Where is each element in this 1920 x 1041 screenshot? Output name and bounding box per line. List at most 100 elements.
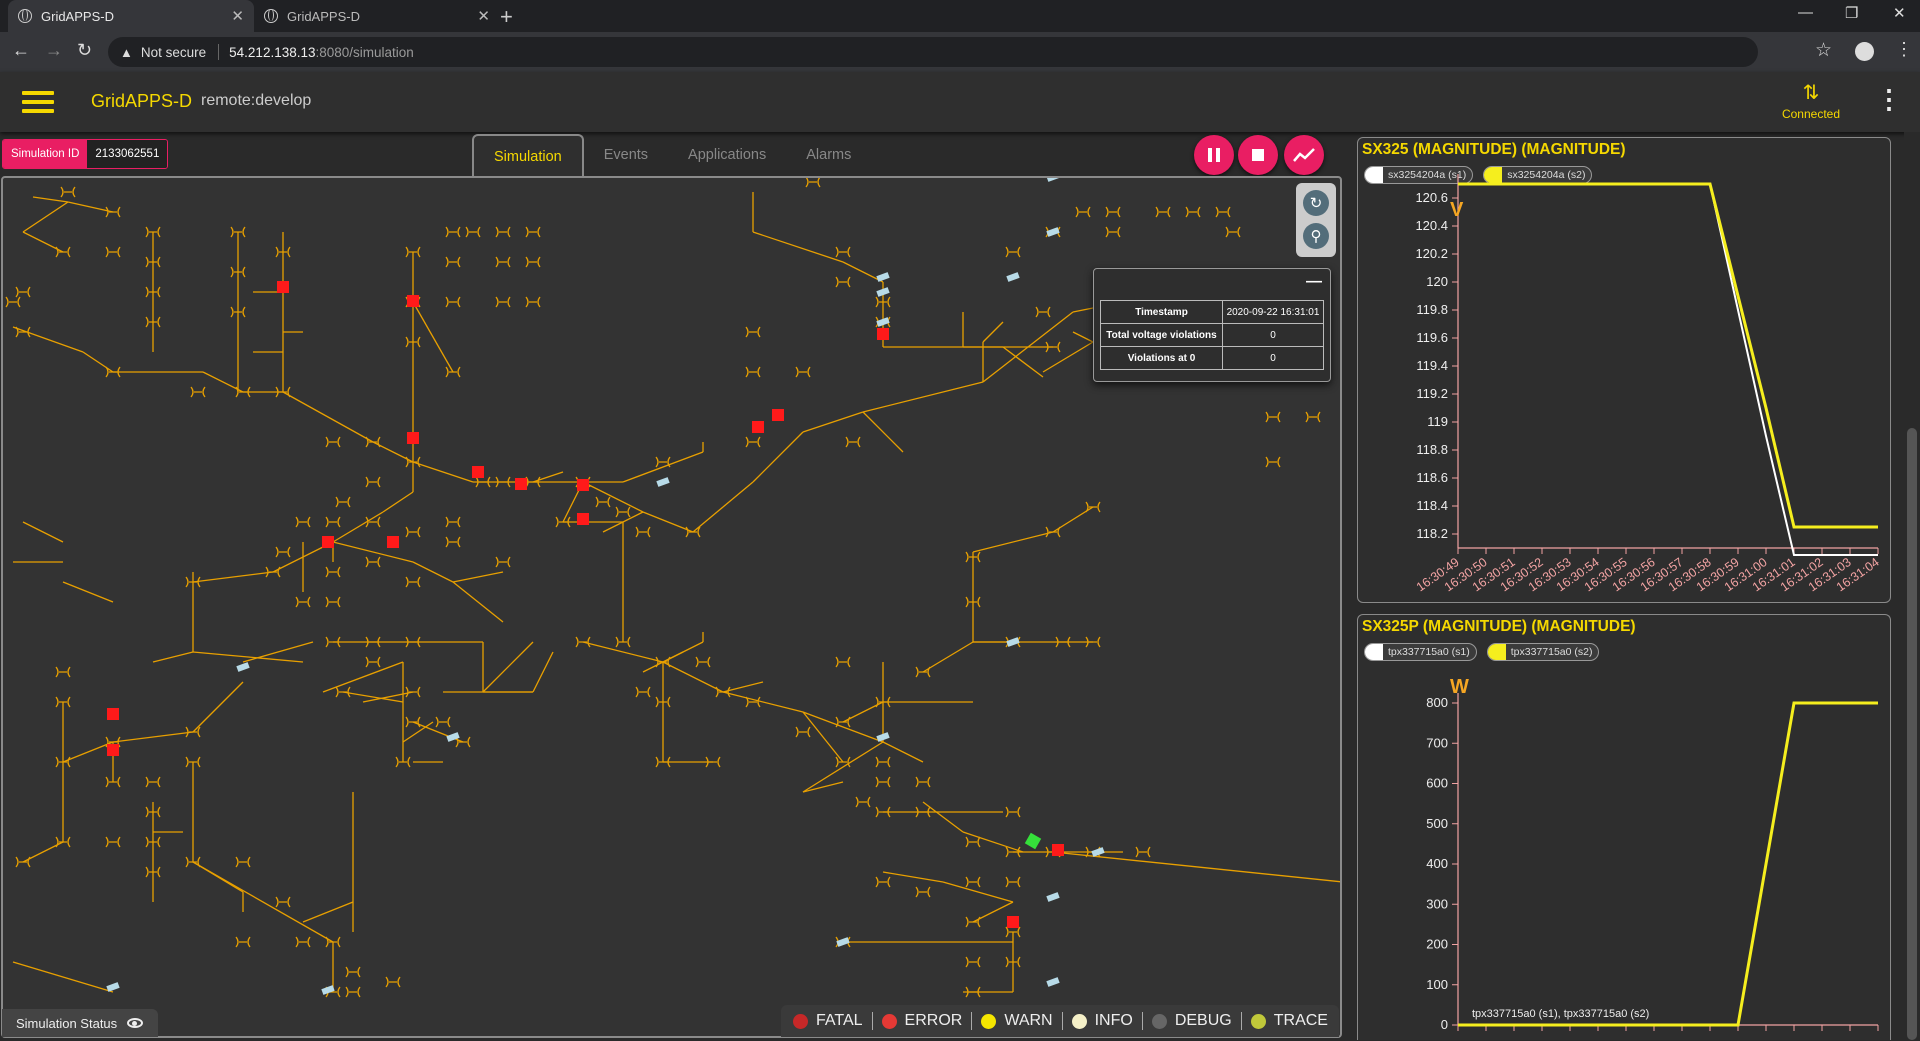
log-level-label: WARN <box>1004 1012 1053 1029</box>
minimize-icon[interactable]: — <box>1798 4 1813 21</box>
node-stroke <box>455 736 471 748</box>
voltage-chart: V 118.2 118.4 118.6 118.8 119 119.2 119.4 119.6 1… <box>1414 174 1882 594</box>
tab-applications[interactable]: Applications <box>668 134 786 176</box>
log-level-warn[interactable]: WARN <box>981 1012 1063 1030</box>
feeder-line-segment <box>112 731 194 743</box>
feeder-line-segment <box>332 511 384 543</box>
log-level-fatal[interactable]: FATAL <box>793 1012 873 1030</box>
simulation-status-toggle[interactable]: Simulation Status <box>2 1009 158 1037</box>
node-symbol <box>965 956 981 968</box>
node-symbol <box>295 596 311 608</box>
capacitor-marker <box>1046 892 1060 902</box>
y-tick-label: 0 <box>1441 1017 1448 1032</box>
node-stroke <box>1005 806 1021 818</box>
node-stroke <box>705 756 721 768</box>
forward-arrow-icon[interactable]: → <box>45 40 63 61</box>
reload-icon[interactable]: ↻ <box>77 40 92 61</box>
node-symbol <box>105 246 121 258</box>
node-symbol <box>145 776 161 788</box>
node-symbol <box>445 226 461 238</box>
address-bar[interactable]: ▲ Not secure 54.212.138.13:8080/simulati… <box>108 37 1758 67</box>
bookmark-star-icon[interactable]: ☆ <box>1815 39 1832 62</box>
warning-icon: ▲ <box>120 44 133 60</box>
tab-simulation[interactable]: Simulation <box>472 134 584 176</box>
feeder-line-segment <box>802 741 884 793</box>
node-symbol <box>365 656 381 668</box>
feeder-line-segment <box>452 571 504 583</box>
node-stroke <box>105 206 121 218</box>
page-scrollbar[interactable] <box>1904 132 1920 1040</box>
restore-icon[interactable]: ❐ <box>1845 4 1858 22</box>
feeder-line-segment <box>582 641 664 663</box>
node-stroke <box>345 966 361 978</box>
pause-button[interactable] <box>1194 135 1234 175</box>
node-stroke <box>1005 246 1021 258</box>
node-stroke <box>265 566 281 578</box>
security-label: Not secure <box>140 44 207 60</box>
connection-status: ⇅ Connected <box>1770 80 1852 121</box>
scrollbar-thumb[interactable] <box>1907 428 1917 1040</box>
profile-avatar-icon[interactable] <box>1855 42 1874 61</box>
tab-alarms[interactable]: Alarms <box>786 134 871 176</box>
log-level-error[interactable]: ERROR <box>881 1012 973 1030</box>
log-level-info[interactable]: INFO <box>1071 1012 1143 1030</box>
node-stroke <box>55 246 71 258</box>
log-level-filter: FATAL ERROR WARN INFO DEBUG TRACE <box>781 1005 1339 1037</box>
browser-tab-1[interactable]: GridAPPS-D ✕ <box>8 0 254 32</box>
app-menu-icon[interactable]: ⋮ <box>1876 84 1902 115</box>
series-line <box>1458 702 1878 1026</box>
node-symbol <box>875 806 891 818</box>
new-tab-button[interactable]: + <box>500 4 513 30</box>
node-stroke <box>835 656 851 668</box>
node-symbol <box>525 476 541 488</box>
window-close-icon[interactable]: ✕ <box>1893 4 1906 22</box>
node-stroke <box>405 636 421 648</box>
swap-arrows-icon: ⇅ <box>1802 82 1820 104</box>
node-symbol <box>405 686 421 698</box>
node-stroke <box>325 636 341 648</box>
browser-menu-icon[interactable]: ⋮ <box>1895 39 1913 60</box>
node-symbol <box>705 756 721 768</box>
node-symbol <box>1075 206 1091 218</box>
voltage-violation-marker <box>107 744 119 756</box>
log-level-debug[interactable]: DEBUG <box>1151 1012 1242 1030</box>
browser-tab-2[interactable]: GridAPPS-D ✕ <box>254 0 500 32</box>
voltage-violation-marker <box>277 281 289 293</box>
refresh-icon[interactable]: ↻ <box>1303 190 1329 216</box>
hamburger-menu-icon[interactable] <box>22 91 54 113</box>
node-symbol <box>405 576 421 588</box>
node-stroke <box>745 366 761 378</box>
stop-button[interactable] <box>1238 135 1278 175</box>
close-icon[interactable]: ✕ <box>231 7 244 25</box>
log-level-label: FATAL <box>816 1012 863 1029</box>
node-symbol <box>455 736 471 748</box>
y-tick-label: 100 <box>1426 977 1448 992</box>
simulation-id-badge: Simulation ID 2133062551 <box>2 139 169 169</box>
plot-button[interactable] <box>1284 135 1324 175</box>
node-symbol <box>795 726 811 738</box>
power-chart: W 0 100 200 300 400 500 600 700 800 tpx337715a0 (s… <box>1426 676 1879 1032</box>
tab-events[interactable]: Events <box>584 134 668 176</box>
voltage-plot: SX325 (MAGNITUDE) (MAGNITUDE) sx3254204a… <box>1357 137 1891 603</box>
node-symbol <box>105 836 121 848</box>
minimize-panel-icon[interactable]: — <box>1306 273 1322 291</box>
feeder-line-segment <box>622 451 704 483</box>
node-stroke <box>405 526 421 538</box>
url-path: :8080/simulation <box>315 44 414 60</box>
node-symbol <box>965 916 981 928</box>
back-arrow-icon[interactable]: ← <box>12 40 30 61</box>
feeder-line-segment <box>722 691 804 713</box>
series-line <box>1458 182 1878 529</box>
log-level-trace[interactable]: TRACE <box>1250 1012 1337 1030</box>
node-stroke <box>965 956 981 968</box>
node-symbol <box>185 726 201 738</box>
node-symbol <box>190 386 206 398</box>
voltage-violation-marker <box>407 432 419 444</box>
y-tick-label: 118.6 <box>1416 470 1448 485</box>
close-icon[interactable]: ✕ <box>477 7 490 25</box>
node-stroke <box>715 686 731 698</box>
feeder-line-segment <box>192 571 274 583</box>
search-icon[interactable]: ⚲ <box>1303 223 1329 249</box>
node-stroke <box>805 178 821 188</box>
node-symbol <box>965 836 981 848</box>
